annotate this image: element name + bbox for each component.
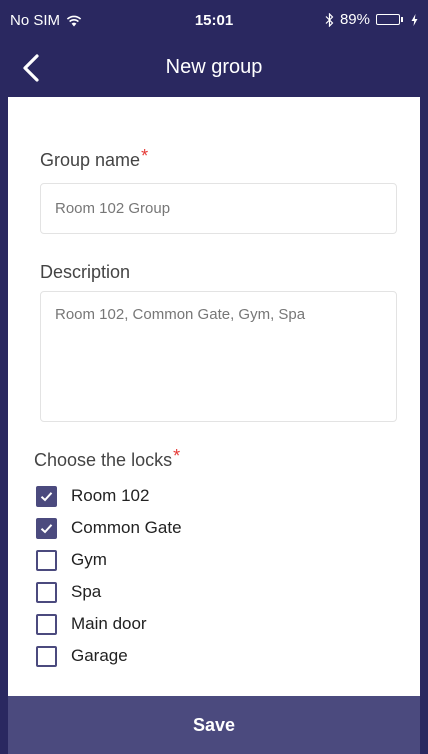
checkbox[interactable] [36, 645, 57, 667]
checkmark-icon [40, 523, 53, 533]
battery-percent: 89% [339, 11, 370, 28]
group-name-label-text: Group name [40, 150, 141, 170]
lock-item-gym[interactable]: Gym [36, 544, 182, 576]
lock-item-room-102[interactable]: Room 102 [36, 480, 182, 512]
lock-item-main-door[interactable]: Main door [36, 608, 182, 640]
locks-label-text: Choose the locks [34, 450, 173, 470]
checkbox[interactable] [36, 549, 57, 571]
status-bar: No SIM 15:01 89% [8, 0, 420, 36]
page-title: New group [165, 56, 263, 78]
checkmark-icon [40, 491, 53, 501]
header: No SIM 15:01 89% New group [8, 0, 420, 97]
battery-icon [376, 14, 403, 25]
description-label: Description [40, 262, 131, 282]
required-mark: * [141, 146, 149, 166]
nav-bar: New group [8, 44, 420, 94]
save-button[interactable]: Save [8, 696, 420, 754]
app-screen: No SIM 15:01 89% New group Group name* R… [0, 0, 428, 754]
locks-label: Choose the locks* [34, 446, 180, 471]
lock-item-common-gate[interactable]: Common Gate [36, 512, 182, 544]
checkbox[interactable] [36, 581, 57, 603]
lock-item-garage[interactable]: Garage [36, 640, 182, 672]
lock-label: Spa [71, 582, 102, 601]
lock-label: Garage [71, 646, 128, 665]
bluetooth-icon [325, 12, 334, 27]
description-input[interactable]: Room 102, Common Gate, Gym, Spa [40, 291, 397, 422]
required-mark: * [173, 446, 181, 466]
checkbox[interactable] [36, 613, 57, 635]
checkbox[interactable] [36, 517, 57, 539]
group-name-input[interactable] [40, 183, 397, 234]
charging-icon [411, 13, 418, 26]
lock-label: Room 102 [71, 486, 150, 505]
lock-label: Main door [71, 614, 147, 633]
lock-label: Gym [71, 550, 107, 569]
group-name-label: Group name* [40, 146, 148, 171]
status-right: 89% [325, 11, 418, 28]
lock-label: Common Gate [71, 518, 182, 537]
lock-list: Room 102 Common Gate Gym Spa Main door G… [36, 480, 182, 672]
checkbox[interactable] [36, 485, 57, 507]
lock-item-spa[interactable]: Spa [36, 576, 182, 608]
